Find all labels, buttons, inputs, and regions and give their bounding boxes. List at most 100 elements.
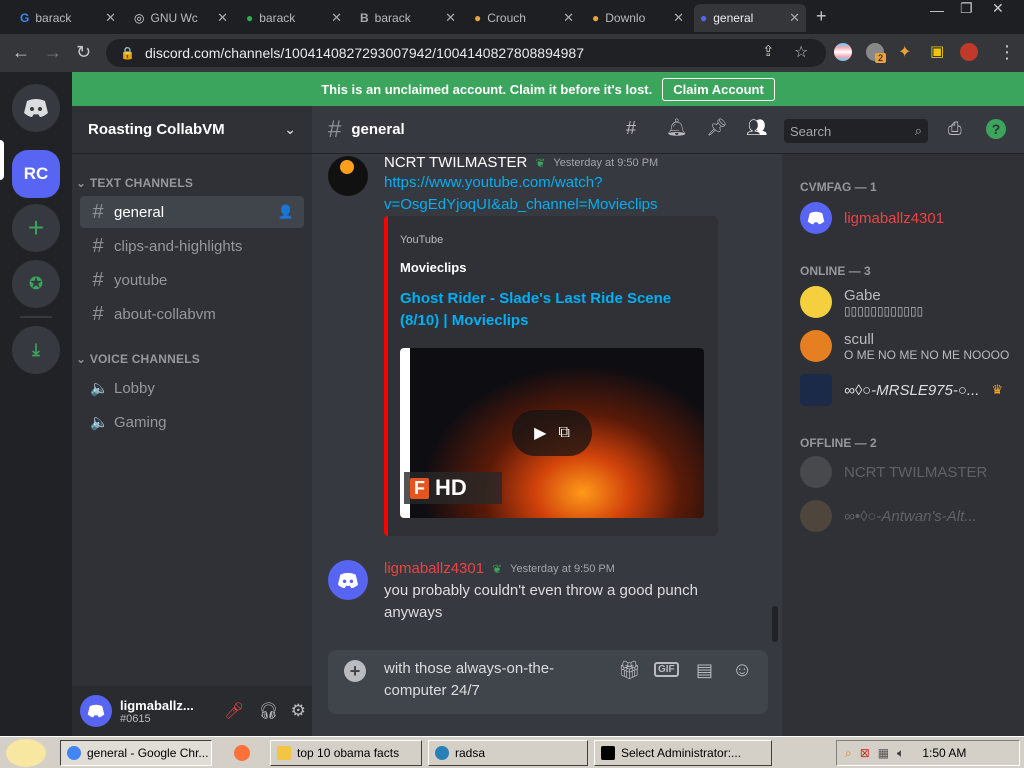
invite-member-icon[interactable]: 👤: [278, 204, 294, 220]
forward-icon[interactable]: →: [44, 42, 62, 63]
inbox-icon[interactable]: ⎙: [948, 119, 962, 139]
taskbar-button-chrome[interactable]: general - Google Chr...: [60, 740, 212, 766]
author-avatar[interactable]: [328, 560, 368, 600]
puzzle-icon[interactable]: ✦: [898, 42, 911, 62]
browser-tab-6[interactable]: ● Downlo ✕: [586, 4, 690, 32]
chrome-icon: ●: [246, 11, 254, 25]
member-item[interactable]: ∞•◊○-Antwan's-Alt...: [800, 496, 977, 536]
site-icon: ●: [592, 11, 600, 25]
message-author[interactable]: ligmaballz4301: [384, 560, 484, 577]
author-avatar[interactable]: [328, 156, 368, 196]
settings-gear-icon[interactable]: ⚙: [291, 701, 306, 721]
embed-title-cont[interactable]: (8/10) | Movieclips: [400, 310, 528, 332]
voice-channel-lobby[interactable]: 🔈 Lobby: [80, 372, 304, 404]
channel-label: clips-and-highlights: [114, 237, 243, 255]
extension-flag-icon[interactable]: [834, 43, 852, 61]
server-header[interactable]: Roasting CollabVM ⌄: [72, 106, 312, 154]
composer-text[interactable]: with those always-on-the-: [384, 658, 554, 680]
server-initials: RC: [23, 164, 49, 183]
new-tab-button[interactable]: +: [816, 6, 827, 27]
video-thumbnail[interactable]: ▶ ⧉ F HD: [400, 348, 704, 518]
composer-text-cont[interactable]: computer 24/7: [384, 680, 480, 702]
member-item[interactable]: scull O ME NO ME NO ME NOOOO: [800, 326, 1009, 366]
server-icon-rc[interactable]: RC: [12, 150, 60, 198]
message-link-cont[interactable]: v=OsgEdYjoqUI&ab_channel=Movieclips: [384, 194, 658, 216]
embed-provider[interactable]: YouTube: [400, 234, 443, 246]
browser-tab-4[interactable]: B barack ✕: [354, 4, 462, 32]
channel-youtube[interactable]: # youtube: [80, 264, 304, 296]
search-tray-icon[interactable]: ⌕: [845, 746, 852, 761]
clock-time[interactable]: 1:50 AM: [922, 746, 966, 760]
browser-tab-3[interactable]: ● barack ✕: [240, 4, 348, 32]
notification-bell-icon[interactable]: 🔔︎: [666, 118, 688, 138]
channel-about-collabvm[interactable]: # about-collabvm: [80, 298, 304, 330]
member-item[interactable]: NCRT TWILMASTER: [800, 452, 987, 492]
sidebar-icon[interactable]: ▣: [930, 42, 944, 60]
browser-tab-5[interactable]: ● Crouch ✕: [468, 4, 580, 32]
close-icon[interactable]: ✕: [105, 10, 116, 26]
download-apps-button[interactable]: ⤓: [12, 326, 60, 374]
upload-plus-icon[interactable]: +: [344, 660, 366, 682]
open-external-icon[interactable]: ⧉: [558, 424, 569, 442]
share-icon[interactable]: ⇪: [762, 42, 775, 60]
mute-mic-icon[interactable]: 🎤︎: [224, 701, 244, 721]
reload-icon[interactable]: ↻: [76, 42, 91, 63]
menu-dots-icon[interactable]: ⋮: [998, 42, 1016, 63]
bookmark-star-icon[interactable]: ☆: [794, 42, 808, 62]
browser-tab-active[interactable]: ● general ✕: [694, 4, 806, 32]
taskbar-button-radsa[interactable]: radsa: [428, 740, 588, 766]
claim-account-button[interactable]: Claim Account: [662, 77, 775, 101]
network-tray-icon[interactable]: ▦: [878, 746, 889, 760]
channel-general[interactable]: # general 👤: [80, 196, 304, 228]
start-button[interactable]: [6, 739, 46, 767]
pin-icon[interactable]: 📌︎: [706, 118, 728, 138]
firefox-icon[interactable]: [234, 745, 250, 761]
voice-channels-category[interactable]: ⌄ VOICE CHANNELS: [76, 352, 200, 366]
back-icon[interactable]: ←: [12, 42, 30, 63]
close-icon[interactable]: ✕: [445, 10, 456, 26]
url-input[interactable]: 🔒 discord.com/channels/10041408272930079…: [106, 39, 826, 67]
member-item[interactable]: Gabe ▯▯▯▯▯▯▯▯▯▯▯▯: [800, 282, 923, 322]
voice-channel-gaming[interactable]: 🔈 Gaming: [80, 406, 304, 438]
close-window-icon[interactable]: ✕: [992, 0, 1004, 17]
threads-icon[interactable]: #: [626, 118, 636, 139]
headphones-icon[interactable]: 🎧︎: [258, 701, 278, 721]
gift-icon[interactable]: 🎁︎: [618, 660, 641, 681]
volume-tray-icon[interactable]: 🔈︎: [897, 746, 904, 761]
browser-tab-2[interactable]: ◎ GNU Wc ✕: [128, 4, 234, 32]
explore-servers-button[interactable]: ✪: [12, 260, 60, 308]
profile-avatar[interactable]: [960, 43, 978, 61]
add-server-button[interactable]: +: [12, 204, 60, 252]
channel-clips-and-highlights[interactable]: # clips-and-highlights: [80, 230, 304, 262]
member-item[interactable]: ∞◊○-MRSLE975-○... ♛: [800, 370, 1003, 410]
embed-title[interactable]: Ghost Rider - Slade's Last Ride Scene: [400, 288, 671, 310]
minimize-icon[interactable]: —: [930, 2, 944, 18]
member-list-icon[interactable]: 👥︎: [746, 118, 768, 138]
close-icon[interactable]: ✕: [789, 10, 800, 26]
text-channels-category[interactable]: ⌄ TEXT CHANNELS: [76, 176, 193, 190]
message-link[interactable]: https://www.youtube.com/watch?: [384, 172, 602, 194]
security-tray-icon[interactable]: ⊠: [860, 746, 870, 760]
search-input[interactable]: Search ⌕: [784, 119, 928, 143]
close-icon[interactable]: ✕: [563, 10, 574, 26]
embed-author[interactable]: Movieclips: [400, 260, 466, 275]
scrollbar-thumb[interactable]: [772, 606, 778, 642]
play-icon[interactable]: ▶: [534, 423, 546, 443]
emoji-icon[interactable]: ☺: [732, 659, 752, 682]
maximize-icon[interactable]: ❐: [960, 0, 973, 17]
user-avatar[interactable]: [80, 695, 112, 727]
video-controls[interactable]: ▶ ⧉: [512, 410, 592, 456]
help-icon[interactable]: ?: [986, 119, 1006, 139]
close-icon[interactable]: ✕: [331, 10, 342, 26]
home-discord-button[interactable]: [12, 84, 60, 132]
taskbar-button-cmd[interactable]: Select Administrator:...: [594, 740, 772, 766]
sticker-icon[interactable]: ▤: [696, 660, 713, 681]
taskbar-button-obama-facts[interactable]: top 10 obama facts: [270, 740, 422, 766]
gif-icon[interactable]: GIF: [654, 662, 679, 677]
browser-tab-1[interactable]: G barack ✕: [14, 4, 122, 32]
close-icon[interactable]: ✕: [217, 10, 228, 26]
close-icon[interactable]: ✕: [673, 10, 684, 26]
member-category-offline: OFFLINE — 2: [800, 436, 877, 450]
member-item[interactable]: ligmaballz4301: [800, 198, 944, 238]
message-author[interactable]: NCRT TWILMASTER: [384, 154, 527, 171]
